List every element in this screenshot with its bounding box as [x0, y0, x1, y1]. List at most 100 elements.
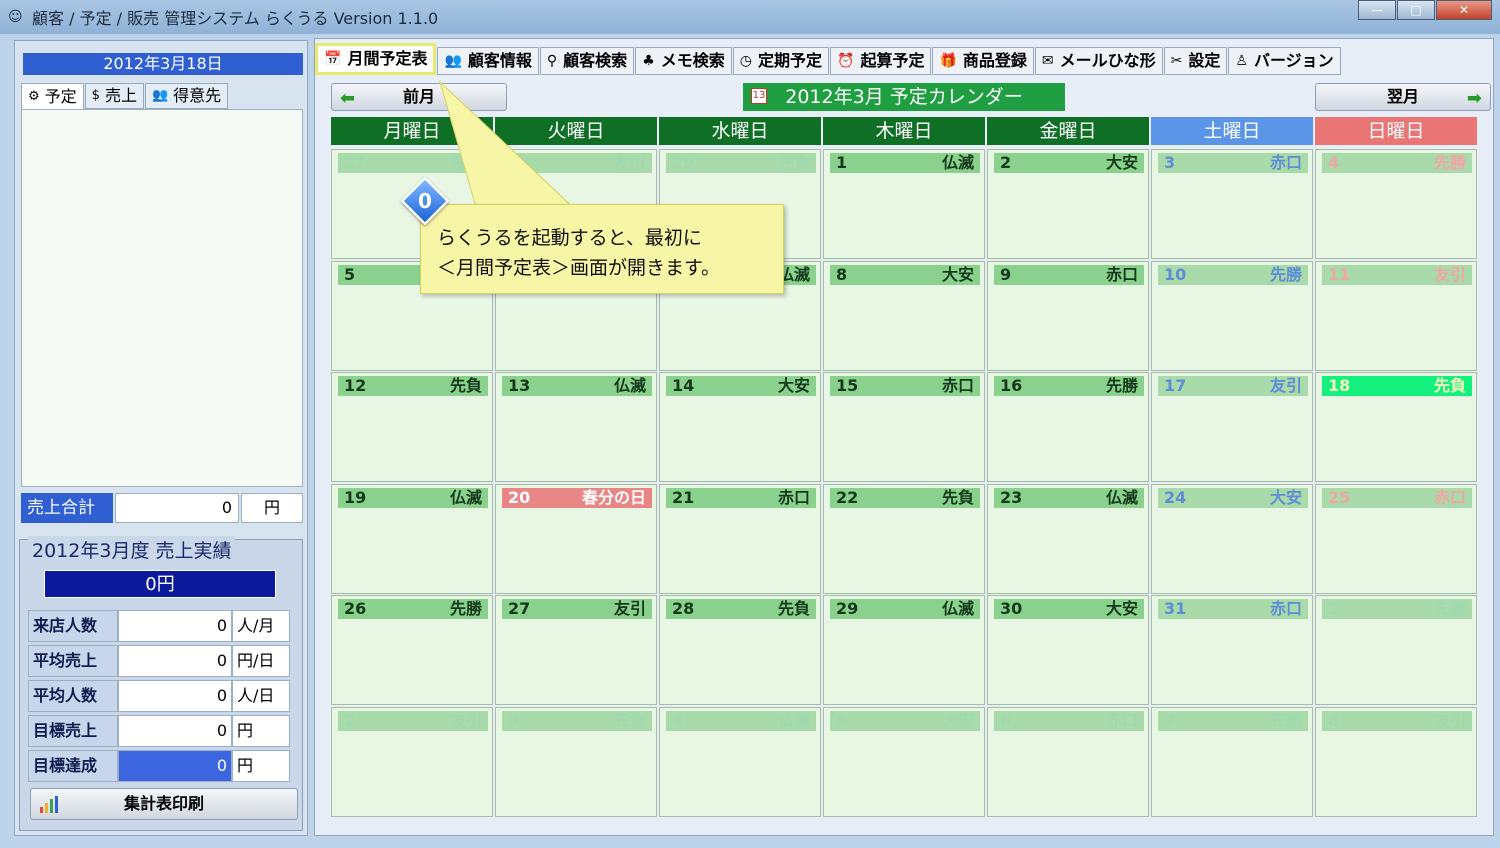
rokuyo-label: 先負	[1433, 376, 1466, 395]
calendar-day-cell[interactable]: 22 先負	[823, 483, 985, 594]
close-button[interactable]: ✕	[1436, 0, 1492, 20]
calendar-day-cell[interactable]: 16 先勝	[987, 372, 1149, 482]
calendar-day-cell[interactable]: 31 赤口	[1151, 595, 1313, 705]
stat-unit: 円	[232, 750, 290, 782]
tab-mail-template[interactable]: ✉ メールひな形	[1034, 47, 1163, 75]
calendar-day-cell[interactable]: 24 大安	[1151, 483, 1313, 594]
calendar-day-cell[interactable]: 7 先勝	[1151, 706, 1313, 817]
calendar-day-cell[interactable]: 23 仏滅	[987, 483, 1149, 594]
print-summary-button[interactable]: 集計表印刷	[30, 788, 298, 820]
rokuyo-label: 友引	[613, 153, 646, 172]
tab-memo-search[interactable]: ♣ メモ検索	[635, 47, 732, 75]
day-number: 2	[1000, 153, 1012, 172]
calendar-day-cell[interactable]: 5 大安	[823, 706, 985, 817]
tab-customer-search[interactable]: ⚲ 顧客検索	[539, 47, 635, 75]
tab-customers[interactable]: 👥 得意先	[144, 83, 229, 109]
calendar-day-cell[interactable]: 21 赤口	[659, 483, 821, 594]
calendar-day-cell[interactable]: 8 大安	[823, 260, 985, 371]
day-number: 11	[1328, 264, 1351, 284]
tab-sales[interactable]: $ 売上	[84, 83, 144, 109]
calendar-day-cell[interactable]: 10 先勝	[1151, 260, 1313, 371]
rokuyo-label: 先負	[613, 710, 646, 730]
current-date: 2012年3月18日	[23, 53, 303, 75]
calendar-day-header: 1 先勝	[1322, 599, 1472, 619]
calendar-day-cell[interactable]: 15 赤口	[823, 372, 985, 482]
calendar-day-header: 27 先勝	[338, 153, 488, 173]
calendar-day-cell[interactable]: 1 先勝	[1315, 595, 1477, 705]
maximize-button[interactable]: □	[1397, 0, 1435, 20]
rokuyo-label: 先勝	[449, 153, 482, 172]
calendar-day-cell[interactable]: 1 仏滅	[823, 149, 985, 259]
stat-row: 来店人数 0 人/月	[28, 610, 296, 642]
calendar-day-cell[interactable]: 11 友引	[1315, 260, 1477, 371]
calendar-day-cell[interactable]: 27 友引	[495, 595, 657, 705]
stat-unit: 人/日	[232, 680, 290, 712]
calendar-title-text: 2012年3月 予定カレンダー	[785, 86, 1023, 108]
tab-reckoning-schedule[interactable]: ⏰ 起算予定	[830, 47, 932, 75]
calendar-day-cell[interactable]: 13 仏滅	[495, 372, 657, 482]
calendar-day-cell[interactable]: 6 赤口	[987, 706, 1149, 817]
calendar-day-header: 2 友引	[338, 710, 488, 731]
calendar-day-header: 26 先勝	[338, 599, 488, 619]
rokuyo-label: 大安	[1105, 599, 1138, 618]
stat-value[interactable]: 0	[118, 715, 232, 747]
tab-product-registration[interactable]: 🎁 商品登録	[932, 47, 1034, 75]
prev-month-button[interactable]: ⬅ 前月	[331, 83, 507, 111]
weekday-fri: 金曜日	[987, 117, 1149, 145]
calendar-day-cell[interactable]: 2 大安	[987, 149, 1149, 259]
stat-row: 目標達成 0 円	[28, 750, 296, 782]
schedule-list[interactable]	[21, 109, 303, 487]
calendar-day-cell[interactable]: 26 先勝	[331, 595, 493, 705]
tab-settings[interactable]: ✂ 設定	[1163, 47, 1228, 75]
calendar-day-cell[interactable]: 12 先負	[331, 372, 493, 482]
weekday-thu: 木曜日	[823, 117, 985, 145]
calendar-day-cell[interactable]: 17 友引	[1151, 372, 1313, 482]
calendar-day-cell[interactable]: 25 赤口	[1315, 483, 1477, 594]
next-month-button[interactable]: 翌月 ➡	[1315, 83, 1491, 111]
schedule-icon: ⚙	[28, 89, 40, 104]
tab-label: バージョン	[1253, 51, 1334, 70]
step-badge-number: 0	[418, 189, 432, 213]
calendar-day-cell[interactable]: 4 仏滅	[659, 706, 821, 817]
calendar-day-cell[interactable]: 3 先負	[495, 706, 657, 817]
tab-customer-info[interactable]: 👥 顧客情報	[437, 47, 539, 75]
stat-label: 平均人数	[28, 680, 118, 712]
rokuyo-label: 大安	[941, 264, 974, 284]
calendar-day-header: 8 大安	[830, 264, 980, 285]
calendar-day-cell[interactable]: 4 先勝	[1315, 149, 1477, 259]
calendar-day-cell[interactable]: 9 赤口	[987, 260, 1149, 371]
tab-recurring-schedule[interactable]: ◷ 定期予定	[732, 47, 829, 75]
tab-schedule[interactable]: ⚙ 予定	[21, 83, 84, 111]
stat-label: 来店人数	[28, 610, 118, 642]
alarm-icon: ⏰	[837, 53, 855, 69]
calendar-day-cell[interactable]: 18 先負	[1315, 372, 1477, 482]
rokuyo-label: 赤口	[1269, 153, 1302, 172]
calendar-day-cell[interactable]: 8 友引	[1315, 706, 1477, 817]
calendar-day-header: 4 先勝	[1322, 153, 1472, 173]
stat-row: 平均売上 0 円/日	[28, 645, 296, 677]
rokuyo-label: 赤口	[1105, 710, 1138, 730]
calendar-day-cell[interactable]: 20 春分の日	[495, 483, 657, 594]
day-number: 26	[344, 599, 367, 618]
tab-label: メールひな形	[1059, 51, 1156, 70]
calendar-day-cell[interactable]: 29 仏滅	[823, 595, 985, 705]
calendar-day-cell[interactable]: 28 先負	[659, 595, 821, 705]
rokuyo-label: 春分の日	[581, 487, 646, 507]
rokuyo-label: 大安	[777, 376, 810, 395]
calendar-day-header: 11 友引	[1322, 264, 1472, 285]
tab-monthly-schedule[interactable]: 📅 月間予定表	[315, 43, 437, 75]
rokuyo-label: 大安	[941, 710, 974, 730]
calendar-day-header: 13 仏滅	[502, 376, 652, 396]
calendar-day-cell[interactable]: 30 大安	[987, 595, 1149, 705]
weekday-wed: 水曜日	[659, 117, 821, 145]
calendar-day-cell[interactable]: 19 仏滅	[331, 483, 493, 594]
day-number: 29	[836, 599, 859, 618]
calendar-day-cell[interactable]: 3 赤口	[1151, 149, 1313, 259]
customers-icon: 👥	[151, 88, 169, 103]
rokuyo-label: 友引	[613, 599, 646, 618]
calendar-day-cell[interactable]: 2 友引	[331, 706, 493, 817]
tab-version[interactable]: ♙ バージョン	[1228, 47, 1341, 75]
calendar-day-cell[interactable]: 14 大安	[659, 372, 821, 482]
day-number: 14	[672, 376, 695, 395]
minimize-button[interactable]: —	[1358, 0, 1396, 20]
